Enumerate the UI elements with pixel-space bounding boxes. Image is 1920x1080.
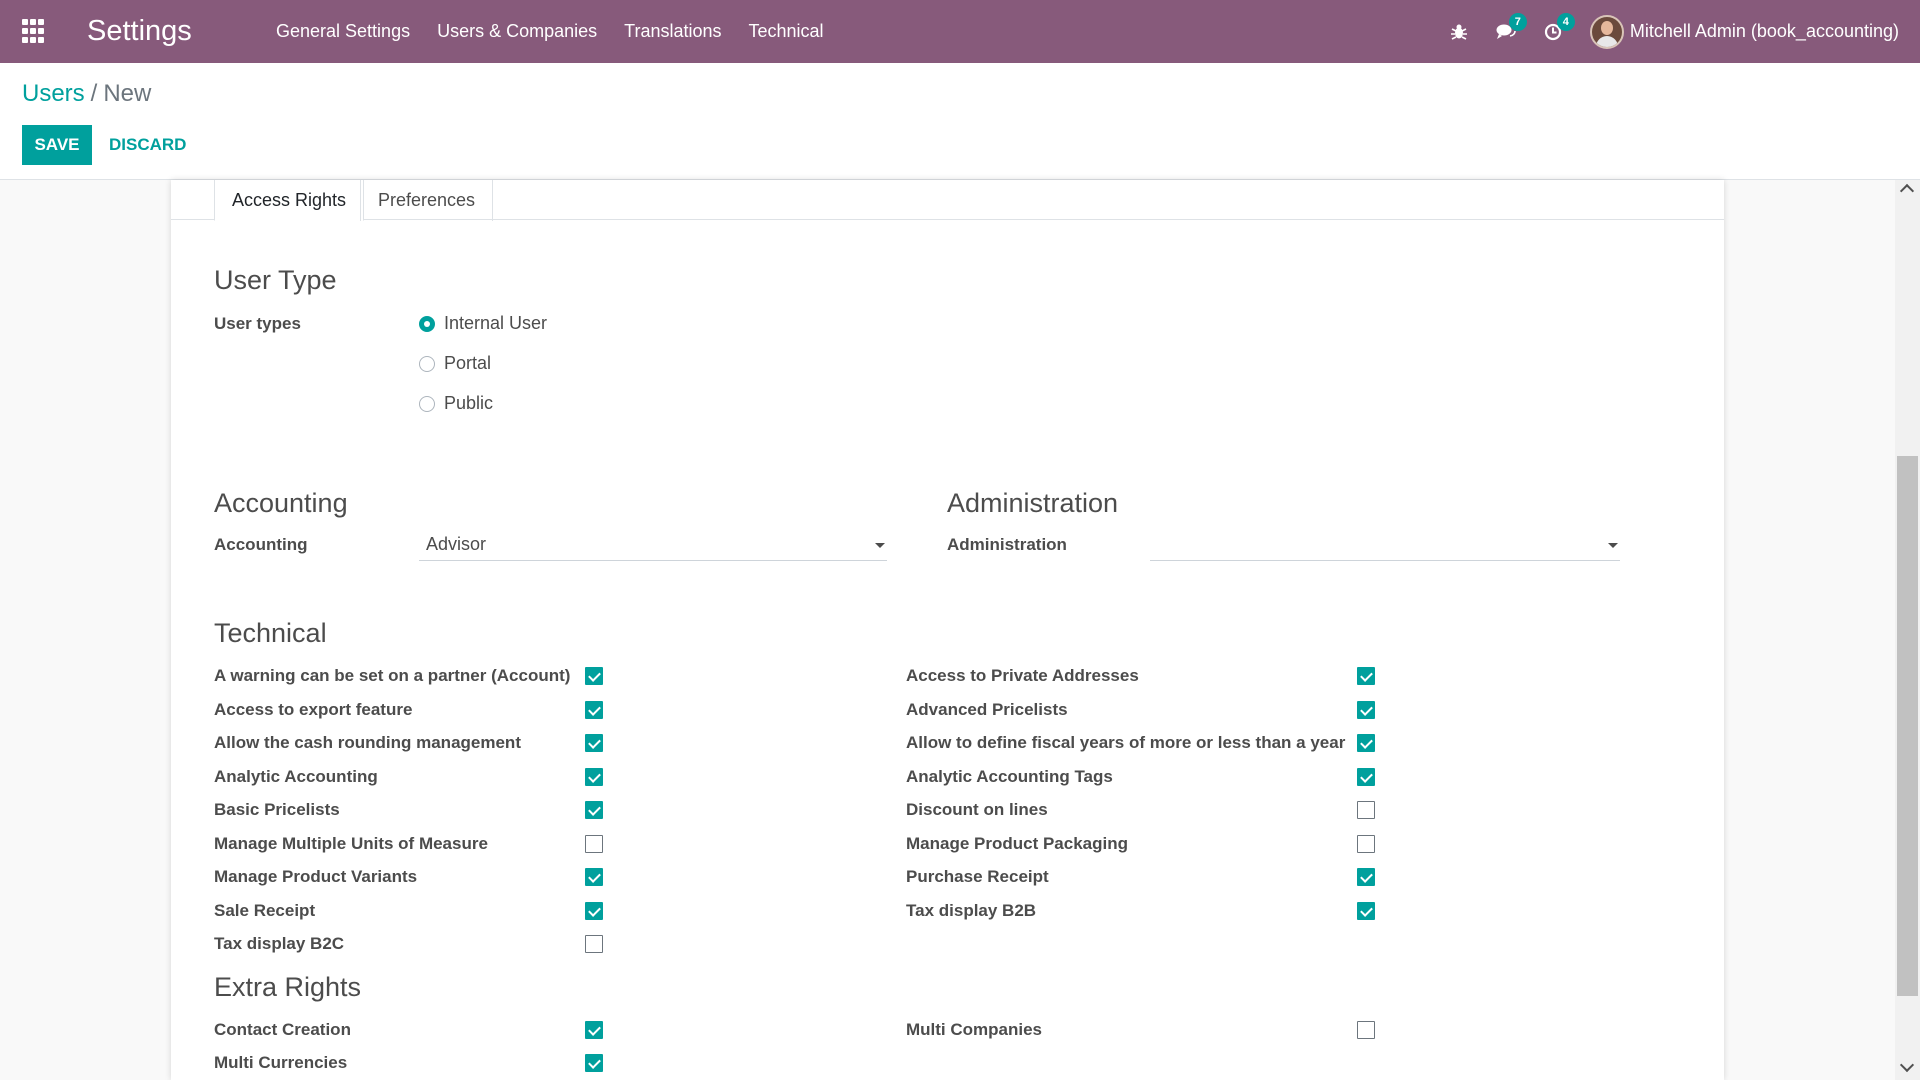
chevron-down-icon (1608, 543, 1618, 548)
checkbox[interactable] (585, 801, 603, 819)
avatar (1589, 14, 1624, 49)
breadcrumb-users-link[interactable]: Users (22, 80, 85, 107)
technical-title: Technical (214, 618, 327, 648)
scroll-down-icon[interactable] (1899, 1057, 1915, 1073)
accounting-select[interactable]: Advisor (419, 529, 887, 561)
user-type-title: User Type (214, 265, 337, 295)
checkbox[interactable] (585, 901, 603, 920)
chat-icon[interactable]: 7 (1496, 12, 1527, 41)
bug-icon[interactable] (1450, 23, 1468, 41)
checkbox-label: Manage Multiple Units of Measure (214, 833, 488, 853)
checkbox[interactable] (1357, 1021, 1375, 1039)
chat-count-badge: 7 (1508, 12, 1527, 31)
user-name: Mitchell Admin (book_accounting) (1629, 21, 1899, 41)
checkbox-label: Allow to define fiscal years of more or … (906, 733, 1346, 752)
checkbox-label: Access to Private Addresses (906, 666, 1139, 685)
discard-button[interactable]: DISCARD (109, 125, 186, 165)
menu-users-companies[interactable]: Users & Companies (437, 21, 597, 42)
accounting-label: Accounting (214, 535, 308, 554)
scroll-up-icon[interactable] (1899, 183, 1915, 199)
radio-label: Public (444, 393, 494, 413)
save-button[interactable]: SAVE (22, 125, 92, 165)
top-navbar: Settings General Settings Users & Compan… (0, 0, 1920, 63)
apps-menu-icon[interactable] (22, 19, 47, 44)
checkbox[interactable] (585, 767, 603, 786)
checkbox-label: Manage Product Packaging (906, 833, 1128, 853)
administration-title: Administration (947, 488, 1119, 518)
menu-technical[interactable]: Technical (749, 21, 824, 42)
checkbox-label: Sale Receipt (214, 900, 316, 920)
radio-button[interactable] (419, 395, 435, 412)
checkbox-label: Manage Product Variants (214, 867, 418, 886)
checkbox[interactable] (1357, 734, 1375, 752)
control-panel: Users / New SAVE DISCARD (0, 63, 1920, 180)
breadcrumb-current: New (103, 80, 152, 107)
checkbox-label: Contact Creation (214, 1020, 351, 1039)
menu-general-settings[interactable]: General Settings (276, 21, 410, 42)
checkbox[interactable] (1357, 868, 1375, 886)
checkbox-label: Tax display B2C (214, 934, 345, 953)
accounting-title: Accounting (214, 488, 348, 518)
checkbox-label: Tax display B2B (906, 900, 1037, 920)
checkbox[interactable] (585, 734, 603, 752)
administration-select[interactable] (1150, 529, 1620, 561)
checkbox[interactable] (1357, 700, 1375, 719)
radio-label: Internal User (444, 313, 548, 333)
checkbox-label: Allow the cash rounding management (214, 733, 521, 752)
checkbox[interactable] (585, 834, 603, 853)
checkbox[interactable] (585, 1054, 603, 1072)
breadcrumb-separator: / (90, 80, 98, 107)
checkbox-label: A warning can be set on a partner (Accou… (214, 666, 571, 685)
tab-preferences[interactable]: Preferences (360, 180, 494, 221)
breadcrumb: Users / New (22, 80, 151, 108)
user-types-label: User types (214, 314, 301, 333)
radio-internal-user[interactable]: Internal User (419, 313, 547, 334)
checkbox[interactable] (1357, 801, 1375, 819)
checkbox-label: Analytic Accounting Tags (906, 766, 1113, 786)
checkbox[interactable] (585, 1021, 603, 1039)
checkbox[interactable] (1357, 667, 1375, 685)
systray: 7 4 Mitchell Admin (book_accounting) (1450, 0, 1920, 63)
app-title[interactable]: Settings (87, 15, 237, 48)
checkbox[interactable] (585, 667, 603, 685)
radio-button[interactable] (419, 355, 435, 372)
extra-rights-title: Extra Rights (214, 972, 362, 1002)
radio-button[interactable] (419, 315, 435, 332)
checkbox-label: Multi Companies (906, 1020, 1043, 1039)
checkbox-label: Basic Pricelists (214, 800, 340, 819)
checkbox-label: Analytic Accounting (214, 766, 378, 786)
checkbox[interactable] (585, 935, 603, 953)
activity-count-badge: 4 (1556, 12, 1575, 31)
scrollbar[interactable] (1895, 180, 1920, 1080)
radio-label: Portal (444, 353, 492, 373)
chevron-down-icon (875, 543, 885, 548)
menu-translations[interactable]: Translations (624, 21, 721, 42)
checkbox-label: Multi Currencies (214, 1053, 348, 1072)
radio-portal[interactable]: Portal (419, 353, 491, 374)
user-menu[interactable]: Mitchell Admin (book_accounting) (1589, 14, 1899, 49)
radio-public[interactable]: Public (419, 393, 493, 414)
checkbox-label: Advanced Pricelists (906, 699, 1068, 719)
checkbox[interactable] (585, 700, 603, 719)
checkbox[interactable] (585, 868, 603, 886)
checkbox-label: Purchase Receipt (906, 867, 1049, 886)
clock-icon[interactable]: 4 (1544, 12, 1575, 41)
checkbox-label: Access to export feature (214, 699, 413, 719)
notebook-tabs: Access Rights Preferences (171, 180, 1724, 221)
checkbox[interactable] (1357, 767, 1375, 786)
scrollbar-thumb[interactable] (1897, 456, 1918, 996)
administration-label: Administration (947, 535, 1067, 554)
form-sheet: Access Rights Preferences User Type User… (171, 180, 1724, 1080)
accounting-value: Advisor (426, 534, 487, 554)
checkbox[interactable] (1357, 834, 1375, 853)
checkbox[interactable] (1357, 901, 1375, 920)
main-menu: General Settings Users & Companies Trans… (276, 21, 851, 42)
checkbox-label: Discount on lines (906, 800, 1048, 819)
tab-access-rights[interactable]: Access Rights (214, 180, 365, 221)
